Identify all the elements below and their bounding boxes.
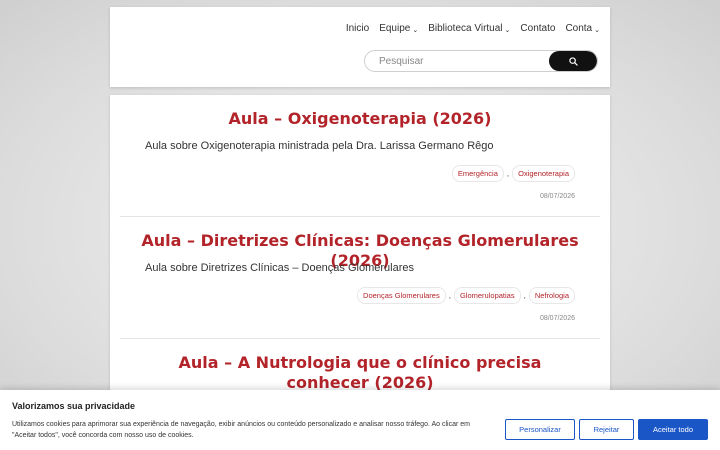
reject-button[interactable]: Rejeitar — [579, 419, 634, 440]
cookie-title: Valorizamos sua privacidade — [12, 401, 136, 411]
accept-all-button[interactable]: Aceitar todo — [638, 419, 708, 440]
nav-item-label: Contato — [520, 23, 556, 34]
search-input[interactable] — [365, 51, 549, 71]
post-description: Aula sobre Diretrizes Clínicas – Doenças… — [145, 262, 414, 274]
post-title-link[interactable]: Aula – Oxigenoterapia (2026) — [120, 109, 600, 129]
nav-item-label: Equipe — [379, 23, 411, 34]
search-icon — [568, 56, 578, 66]
customize-button[interactable]: Personalizar — [505, 419, 575, 440]
main-nav: Inicio Equipe ⌄ Biblioteca Virtual ⌄ Con… — [346, 23, 600, 34]
nav-item-equipe[interactable]: Equipe ⌄ — [379, 23, 418, 34]
tag-separator: , — [506, 169, 510, 178]
nav-item-label: Biblioteca Virtual — [428, 23, 503, 34]
cookie-banner: Valorizamos sua privacidade Utilizamos c… — [0, 390, 720, 450]
chevron-down-icon: ⌄ — [412, 26, 419, 34]
tag-glomerulopatias[interactable]: Glomerulopatias — [453, 287, 521, 304]
site-header: Inicio Equipe ⌄ Biblioteca Virtual ⌄ Con… — [110, 7, 610, 87]
search-button[interactable] — [549, 51, 597, 71]
post-description: Aula sobre Oxigenoterapia ministrada pel… — [145, 140, 494, 152]
chevron-down-icon: ⌄ — [594, 26, 600, 34]
nav-item-label: Conta — [565, 23, 593, 34]
chevron-down-icon: ⌄ — [504, 26, 511, 34]
post-date: 08/07/2026 — [539, 193, 575, 200]
post-tags: Doenças Glomerulares , Glomerulopatias ,… — [357, 287, 575, 304]
search-bar — [364, 50, 598, 72]
nav-item-biblioteca-virtual[interactable]: Biblioteca Virtual ⌄ — [428, 23, 510, 34]
post-date: 08/07/2026 — [539, 315, 575, 322]
tag-separator: , — [523, 291, 526, 300]
post-tags: Emergência , Oxigenoterapia — [451, 165, 575, 182]
post-title-link[interactable]: Aula – A Nutrologia que o clínico precis… — [170, 353, 550, 393]
nav-item-contato[interactable]: Contato — [520, 23, 555, 34]
tag-oxigenoterapia[interactable]: Oxigenoterapia — [512, 165, 575, 182]
post-item: Aula – Oxigenoterapia (2026) Aula sobre … — [120, 95, 600, 217]
tag-nefrologia[interactable]: Nefrologia — [528, 287, 575, 304]
tag-separator: , — [448, 291, 451, 300]
nav-item-inicio[interactable]: Inicio — [346, 23, 369, 34]
cookie-text: Utilizamos cookies para aprimorar sua ex… — [12, 421, 470, 439]
post-item: Aula – Diretrizes Clínicas: Doenças Glom… — [120, 217, 600, 339]
tag-emergencia[interactable]: Emergência — [451, 165, 504, 182]
tag-doencas-glomerulares[interactable]: Doenças Glomerulares — [357, 287, 446, 304]
nav-item-label: Inicio — [345, 23, 370, 34]
nav-item-conta[interactable]: Conta ⌄ — [565, 23, 600, 34]
